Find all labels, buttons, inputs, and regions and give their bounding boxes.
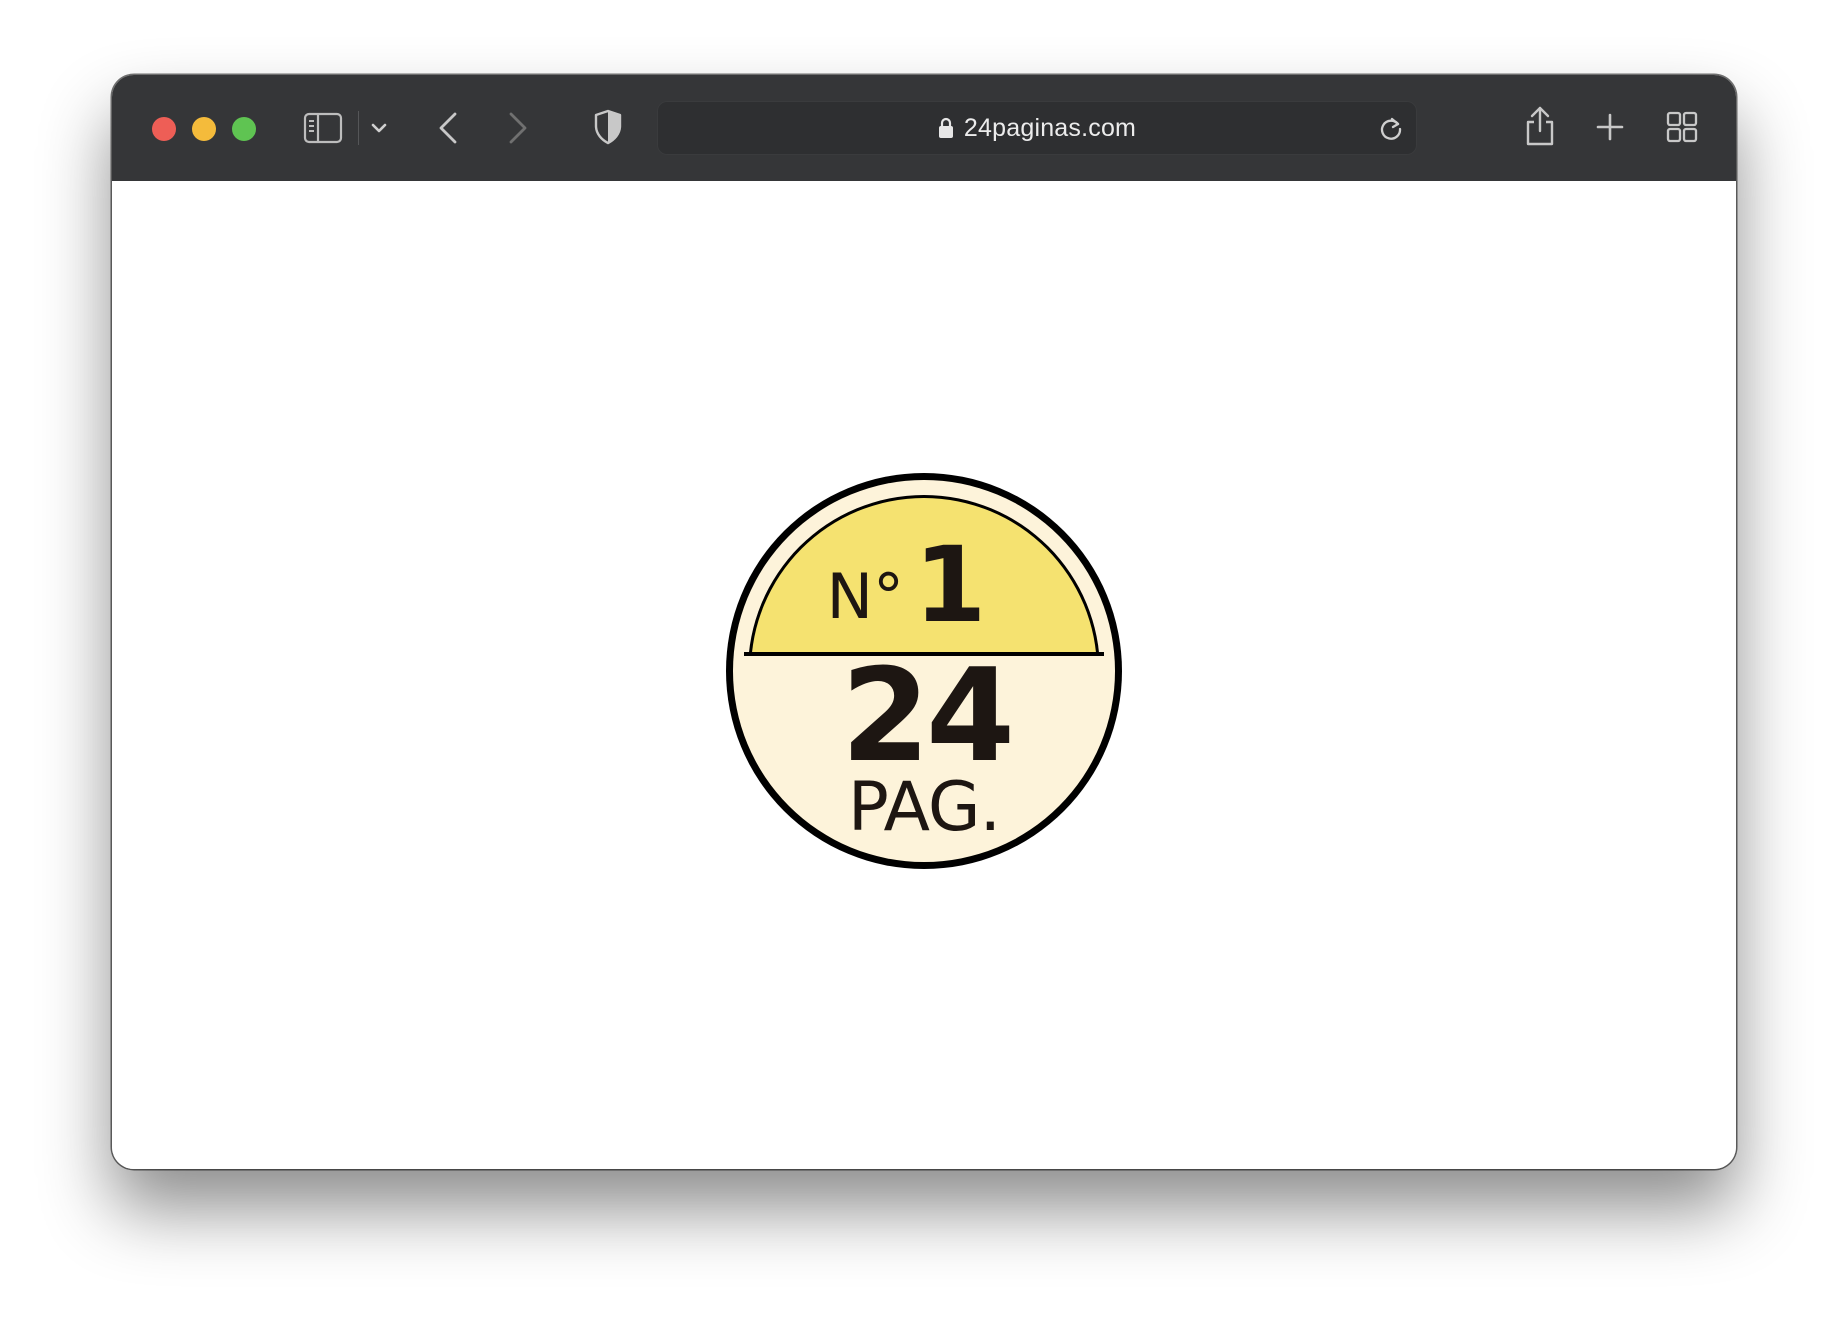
logo-number-prefix: N° xyxy=(827,560,904,633)
plus-icon xyxy=(1596,113,1624,141)
share-button[interactable] xyxy=(1522,103,1558,149)
maximize-window-button[interactable] xyxy=(232,117,256,141)
forward-icon xyxy=(509,112,527,144)
shield-icon xyxy=(594,109,622,145)
forward-button[interactable] xyxy=(500,109,536,147)
tabs-grid-icon xyxy=(1666,111,1698,143)
sidebar-toggle-button[interactable] xyxy=(302,107,344,149)
address-url-container: 24paginas.com xyxy=(657,101,1417,155)
logo-pages-label: PAG. xyxy=(848,768,1000,847)
page-content: N° 1 24 PAG. xyxy=(112,181,1736,1169)
close-window-button[interactable] xyxy=(152,117,176,141)
browser-toolbar: 24paginas.com xyxy=(112,75,1736,181)
reload-icon xyxy=(1380,117,1402,140)
tab-overview-button[interactable] xyxy=(1665,109,1699,145)
address-bar[interactable]: 24paginas.com xyxy=(657,101,1417,155)
sidebar-icon xyxy=(303,112,343,144)
privacy-report-button[interactable] xyxy=(592,108,624,146)
site-logo[interactable]: N° 1 24 PAG. xyxy=(719,466,1129,876)
lock-icon xyxy=(938,117,953,138)
sidebar-menu-button[interactable] xyxy=(366,115,392,141)
logo-badge: N° 1 24 PAG. xyxy=(726,473,1122,869)
new-tab-button[interactable] xyxy=(1594,111,1626,143)
chevron-down-icon xyxy=(371,123,387,133)
minimize-window-button[interactable] xyxy=(192,117,216,141)
address-url: 24paginas.com xyxy=(963,113,1137,142)
browser-window: 24paginas.com N° 1 24 PAG. xyxy=(112,75,1736,1169)
back-button[interactable] xyxy=(430,109,466,147)
back-icon xyxy=(439,112,457,144)
toolbar-divider xyxy=(358,111,359,145)
reload-button[interactable] xyxy=(1377,114,1405,142)
share-icon xyxy=(1526,106,1554,146)
logo-number: 1 xyxy=(914,524,986,646)
